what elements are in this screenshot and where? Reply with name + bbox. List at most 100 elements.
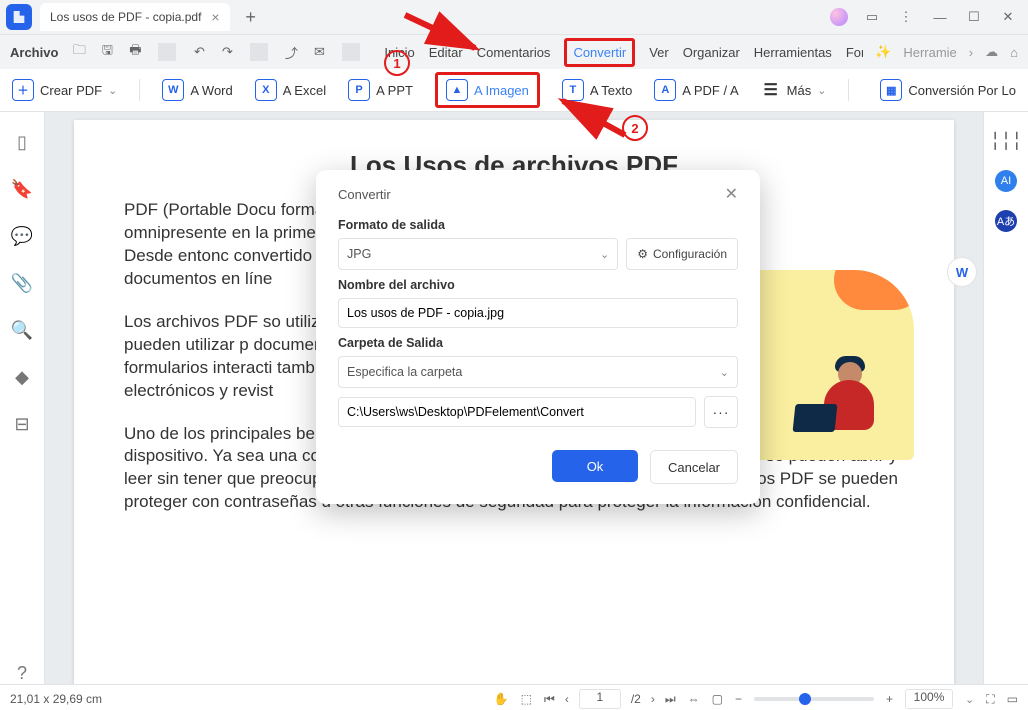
search-icon[interactable]: 🔍 [11,320,33,341]
home-icon[interactable]: ⌂ [1010,45,1018,60]
menu-comentarios[interactable]: Comentarios [477,45,551,60]
to-text-button[interactable]: T A Texto [562,79,632,101]
to-excel-button[interactable]: X A Excel [255,79,326,101]
undo-icon[interactable]: ↶ [190,44,208,60]
new-tab-button[interactable]: + [238,4,264,30]
app-menu-icon[interactable]: ▭ [862,7,882,27]
mail-icon[interactable]: ✉ [310,44,328,60]
to-word-button[interactable]: W A Word [162,79,232,101]
fullscreen-icon[interactable]: ⛶ [986,692,994,707]
menu-ver[interactable]: Ver [649,45,669,60]
format-label: Formato de salida [338,218,738,232]
folder-mode-select[interactable]: Especifica la carpeta ⌄ [338,356,738,388]
to-pdfa-button[interactable]: A A PDF / A [654,79,738,101]
to-ppt-button[interactable]: P A PPT [348,79,413,101]
fields-icon[interactable]: ⊟ [14,414,29,435]
menu-inicio[interactable]: Inicio [384,45,414,60]
chevron-down-icon: ⌄ [720,366,729,379]
close-window-icon[interactable]: ✕ [998,7,1018,27]
excel-icon: X [255,79,277,101]
ppt-icon: P [348,79,370,101]
right-sidebar: ╎╎╎ AI Aあ [983,112,1028,684]
cloud-icon[interactable]: ☁ [985,44,998,60]
batch-icon: ▦ [880,79,902,101]
fit-width-icon[interactable]: ⇔ [688,692,700,706]
zoom-out-icon[interactable]: − [735,692,742,706]
tab-title: Los usos de PDF - copia.pdf [50,10,201,24]
format-select[interactable]: JPG ⌄ [338,238,618,270]
menu-convertir[interactable]: Convertir [564,38,635,67]
quick-actions: 🗀 🖫 🖶 ↶ ↷ ⤴ ✉ [70,41,364,63]
to-image-highlight: ▲ A Imagen [435,72,540,108]
window-controls: ▭ ⋮ — ☐ ✕ [830,7,1022,27]
next-page-icon[interactable]: › [651,692,655,706]
zoom-slider[interactable] [754,697,874,701]
adjust-icon[interactable]: ╎╎╎ [995,130,1017,152]
layers-icon[interactable]: ◆ [15,367,29,388]
maximize-icon[interactable]: ☐ [964,7,984,27]
config-button[interactable]: ⚙ Configuración [626,238,738,270]
chevron-right-icon[interactable]: › [969,45,973,60]
help-icon[interactable]: ? [17,663,27,684]
fit-page-icon[interactable]: ▢ [712,692,723,706]
first-page-icon[interactable]: ⏮ [544,692,555,707]
export-word-badge[interactable]: W [947,257,977,287]
print-icon[interactable]: 🖶 [126,41,144,63]
ai-icon[interactable]: AI [995,170,1017,192]
close-tab-icon[interactable]: × [211,9,219,25]
attachments-icon[interactable]: 📎 [11,273,33,294]
redo-icon[interactable]: ↷ [218,44,236,60]
share-icon[interactable]: ⤴ [282,43,300,62]
create-pdf-button[interactable]: ＋ Crear PDF ⌄ [12,79,117,101]
document-tab[interactable]: Los usos de PDF - copia.pdf × [40,3,230,31]
minimize-icon[interactable]: — [930,7,950,27]
hand-tool-icon[interactable]: ✋ [494,692,509,706]
dialog-close-icon[interactable]: ✕ [725,184,738,204]
pdfa-icon: A [654,79,676,101]
comments-icon[interactable]: 💬 [11,226,33,247]
convert-toolbar: ＋ Crear PDF ⌄ W A Word X A Excel P A PPT… [0,69,1028,112]
page-number-input[interactable]: 1 [579,689,621,709]
read-mode-icon[interactable]: ▭ [1007,692,1018,706]
select-tool-icon[interactable]: ⬚ [521,692,532,706]
chevron-down-icon[interactable]: ⌄ [965,693,974,706]
last-page-icon[interactable]: ⏭ [665,692,676,707]
folder-label: Carpeta de Salida [338,336,738,350]
ok-button[interactable]: Ok [552,450,638,482]
translate-icon[interactable]: Aあ [995,210,1017,232]
menu-organizar[interactable]: Organizar [683,45,740,60]
prev-page-icon[interactable]: ‹ [565,692,569,706]
more-convert-button[interactable]: ☰ Más ⌄ [761,80,827,100]
page-total: /2 [631,692,641,706]
wand-icon[interactable]: ✨ [875,44,891,60]
status-bar: 21,01 x 29,69 cm ✋ ⬚ ⏮ ‹ 1 /2 › ⏭ ⇔ ▢ − … [0,684,1028,710]
menu-formulario[interactable]: Formulario [846,45,863,60]
to-image-button[interactable]: ▲ A Imagen [446,79,529,101]
save-icon[interactable]: 🖫 [98,41,116,63]
chevron-down-icon: ⌄ [600,248,609,261]
batch-convert-button[interactable]: ▦ Conversión Por Lo [880,79,1016,101]
menu-herramientas[interactable]: Herramientas [754,45,832,60]
folder-path-input[interactable] [338,397,696,427]
plus-icon: ＋ [12,79,34,101]
kebab-icon[interactable]: ⋮ [896,7,916,27]
page-navigation: ⏮ ‹ 1 /2 › ⏭ [544,689,676,709]
filename-label: Nombre del archivo [338,278,738,292]
open-icon[interactable]: 🗀 [70,41,88,63]
thumbnails-icon[interactable]: ▯ [17,132,27,153]
file-menu[interactable]: Archivo [10,45,58,60]
main-menu-items: Inicio Editar Comentarios Convertir Ver … [384,38,863,67]
user-avatar[interactable] [830,8,848,26]
browse-folder-button[interactable]: ··· [704,396,738,428]
chevron-down-icon: ⌄ [817,84,826,97]
cancel-button[interactable]: Cancelar [650,450,738,484]
zoom-value[interactable]: 100% [905,689,953,709]
title-bar: Los usos de PDF - copia.pdf × + ▭ ⋮ — ☐ … [0,0,1028,35]
filename-input[interactable] [338,298,738,328]
menu-bar: Archivo 🗀 🖫 🖶 ↶ ↷ ⤴ ✉ Inicio Editar Come… [0,35,1028,69]
menu-editar[interactable]: Editar [429,45,463,60]
zoom-in-icon[interactable]: + [886,692,893,706]
bookmarks-icon[interactable]: 🔖 [11,179,33,200]
page-dimensions: 21,01 x 29,69 cm [10,692,102,706]
more-tools-label[interactable]: Herramie [903,45,956,60]
